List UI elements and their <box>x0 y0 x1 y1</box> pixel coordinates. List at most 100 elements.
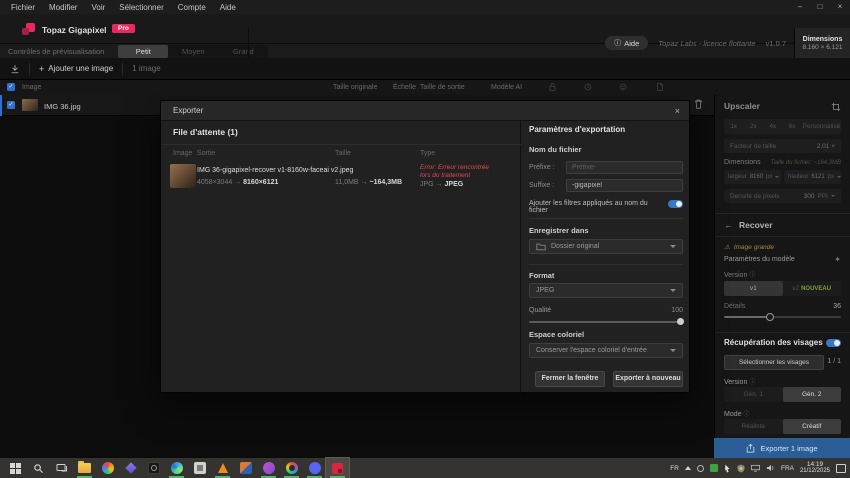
speaker-icon[interactable] <box>766 464 775 472</box>
settings-wheel-button[interactable] <box>280 458 303 478</box>
start-button[interactable] <box>4 458 27 478</box>
width-field[interactable]: largeur 8160 px <box>724 170 781 184</box>
prefix-input[interactable] <box>566 161 683 174</box>
menu-selectionner[interactable]: Sélectionner <box>112 3 170 12</box>
select-all-checkbox[interactable]: ✓ <box>7 83 15 91</box>
filename-section-label: Nom du fichier <box>529 145 582 154</box>
file-size-note: Taille du fichier: ~164,3MB <box>770 160 841 166</box>
file-explorer-button[interactable] <box>73 458 96 478</box>
export-image-button[interactable]: Exporter 1 image <box>714 438 850 458</box>
close-button[interactable]: × <box>830 0 850 14</box>
version-v1-button[interactable]: v1 <box>724 281 783 296</box>
add-image-button[interactable]: + Ajouter une image <box>39 64 113 74</box>
download-icon[interactable] <box>10 64 20 74</box>
topaz-gigapixel-taskbar-button[interactable] <box>326 458 349 478</box>
scale-6x[interactable]: 6x <box>783 119 803 134</box>
tray-app-icon-1[interactable] <box>697 465 704 472</box>
cursor-tray-icon[interactable] <box>724 464 731 473</box>
version-v2-button[interactable]: v2 NOUVEAU <box>783 281 842 296</box>
gen1-button[interactable]: Gén. 1 <box>724 387 783 402</box>
export-again-button[interactable]: Exporter à nouveau <box>613 371 683 387</box>
preview-size-grand[interactable]: Grand <box>218 45 268 58</box>
nouveau-badge: NOUVEAU <box>801 286 831 292</box>
select-faces-button[interactable]: Sélectionner les visages <box>724 355 824 370</box>
quality-slider[interactable] <box>529 321 683 323</box>
menu-voir[interactable]: Voir <box>84 3 112 12</box>
save-in-label: Enregistrer dans <box>529 226 589 235</box>
scale-4x[interactable]: 4x <box>763 119 783 134</box>
folder-icon <box>78 463 91 473</box>
maximize-button[interactable]: □ <box>810 0 830 14</box>
help-button[interactable]: ⓘ Aide <box>605 36 648 50</box>
image-thumbnail <box>22 99 38 111</box>
task-view-button[interactable] <box>50 458 73 478</box>
crop-icon[interactable] <box>831 102 841 112</box>
col-output-size: Taille de sortie <box>420 84 465 91</box>
suffix-label: Suffixe : <box>529 182 554 189</box>
action-center-icon[interactable] <box>836 464 846 473</box>
scale-2x[interactable]: 2x <box>744 119 764 134</box>
tray-expand-chevron-icon[interactable] <box>685 466 691 470</box>
menu-aide[interactable]: Aide <box>213 3 243 12</box>
pixel-density-field[interactable]: Densité de pixels 300 PPI <box>724 189 841 203</box>
colorspace-label: Espace coloriel <box>529 330 584 339</box>
density-value: 300 <box>804 193 815 200</box>
header-divider <box>248 28 249 58</box>
queue-filename: IMG 36-gigapixel-recover v1-8160w-faceai… <box>197 167 353 174</box>
back-arrow-icon[interactable]: ← <box>724 220 733 230</box>
image-name: IMG 36.jpg <box>44 102 81 111</box>
preview-size-moyen[interactable]: Moyen <box>168 45 218 58</box>
vlc-cone-icon <box>218 463 228 473</box>
append-filters-toggle[interactable] <box>668 200 683 208</box>
realistic-button[interactable]: Réaliste <box>724 419 783 434</box>
d-app-icon <box>240 462 252 474</box>
edge-browser-button[interactable] <box>165 458 188 478</box>
details-slider[interactable] <box>724 316 841 318</box>
taskbar-clock[interactable]: 14:19 21/12/2025 <box>800 461 830 476</box>
vlc-button[interactable] <box>211 458 234 478</box>
format-dropdown[interactable]: JPEG <box>529 283 683 298</box>
tray-app-icon-2[interactable] <box>710 464 718 472</box>
star-app-button[interactable] <box>119 458 142 478</box>
height-field[interactable]: hauteur 6121 px <box>784 170 841 184</box>
dimensions-box: Dimensions 8.160 × 6.121 <box>794 28 850 58</box>
scale-custom[interactable]: Personnalisé <box>802 119 841 134</box>
security-shield-icon[interactable] <box>737 464 745 473</box>
colorspace-dropdown[interactable]: Conserver l'espace coloriel d'entrée <box>529 343 683 358</box>
save-folder-dropdown[interactable]: Dossier original <box>529 239 683 254</box>
task-view-icon <box>56 463 68 473</box>
creative-button[interactable]: Créatif <box>783 419 842 434</box>
menu-compte[interactable]: Compte <box>171 3 213 12</box>
taskbar-search-button[interactable] <box>27 458 50 478</box>
license-text: Topaz Labs - licence flottante <box>658 39 755 48</box>
photos-app-button[interactable] <box>96 458 119 478</box>
scale-1x[interactable]: 1x <box>724 119 744 134</box>
language-short[interactable]: FR <box>670 465 679 472</box>
menu-fichier[interactable]: Fichier <box>4 3 42 12</box>
preview-size-petit[interactable]: Petit <box>118 45 168 58</box>
sparkle-icon[interactable]: ✦ <box>834 255 841 264</box>
menu-modifier[interactable]: Modifier <box>42 3 84 12</box>
discord-button[interactable] <box>303 458 326 478</box>
minimize-button[interactable]: – <box>790 0 810 14</box>
face-recovery-toggle[interactable] <box>826 339 841 347</box>
suffix-input[interactable] <box>566 179 683 192</box>
format-value: JPEG <box>536 287 554 294</box>
row-checkbox[interactable]: ✓ <box>7 101 15 109</box>
dialog-close-icon[interactable]: × <box>675 105 680 117</box>
size-factor-field[interactable]: Facteur de taille 2,01 × <box>724 139 841 153</box>
capture-icon <box>148 462 160 474</box>
capture-app-button[interactable] <box>142 458 165 478</box>
close-window-button[interactable]: Fermer la fenêtre <box>535 371 605 387</box>
media-app-button[interactable] <box>257 458 280 478</box>
trash-icon[interactable] <box>694 99 703 109</box>
gen2-button[interactable]: Gén. 2 <box>783 387 842 402</box>
recover-header[interactable]: ← Recover <box>724 220 773 230</box>
language-indicator[interactable]: FRA <box>781 465 794 472</box>
details-value: 36 <box>833 303 841 310</box>
media-app-icon <box>263 462 275 474</box>
d-app-button[interactable] <box>234 458 257 478</box>
store-app-button[interactable] <box>188 458 211 478</box>
topaz-app-icon <box>332 463 343 474</box>
display-tray-icon[interactable] <box>751 464 760 472</box>
